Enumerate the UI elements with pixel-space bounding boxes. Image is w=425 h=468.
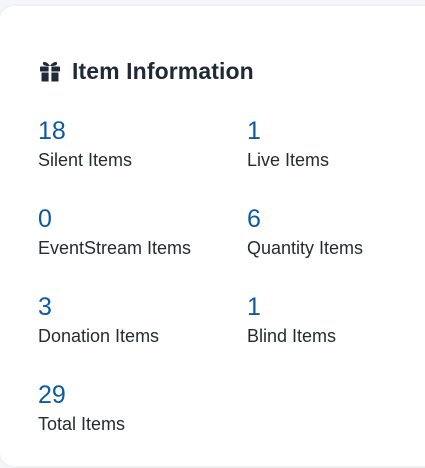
stat-label: Donation Items <box>38 326 160 346</box>
card-title: Item Information <box>72 57 254 84</box>
stat-total-items: 29 Total Items <box>38 380 247 468</box>
stat-value: 1 <box>247 117 261 145</box>
stat-label: EventStream Items <box>38 238 192 258</box>
stat-value: 29 <box>38 381 66 409</box>
stat-quantity-items: 6 Quantity Items <box>247 204 417 292</box>
stat-label: Silent Items <box>38 150 133 170</box>
stat-label: Quantity Items <box>247 238 364 258</box>
stat-value: 6 <box>247 205 261 233</box>
stat-label: Blind Items <box>247 326 337 346</box>
stat-live-items: 1 Live Items <box>247 116 417 204</box>
card-header: Item Information <box>38 56 254 86</box>
stat-value: 0 <box>38 205 52 233</box>
stat-value: 1 <box>247 293 261 321</box>
stat-donation-items: 3 Donation Items <box>38 292 247 380</box>
stats-grid: 18 Silent Items 1 Live Items 0 EventStre… <box>38 116 418 468</box>
stat-blind-items: 1 Blind Items <box>247 292 417 380</box>
stat-value: 18 <box>38 117 66 145</box>
stat-eventstream-items: 0 EventStream Items <box>38 204 247 292</box>
item-information-card: Item Information 18 Silent Items 1 Live … <box>0 6 425 466</box>
stat-silent-items: 18 Silent Items <box>38 116 247 204</box>
gift-icon <box>38 59 62 83</box>
stat-value: 3 <box>38 293 52 321</box>
stat-label: Total Items <box>38 414 126 434</box>
stat-label: Live Items <box>247 150 330 170</box>
